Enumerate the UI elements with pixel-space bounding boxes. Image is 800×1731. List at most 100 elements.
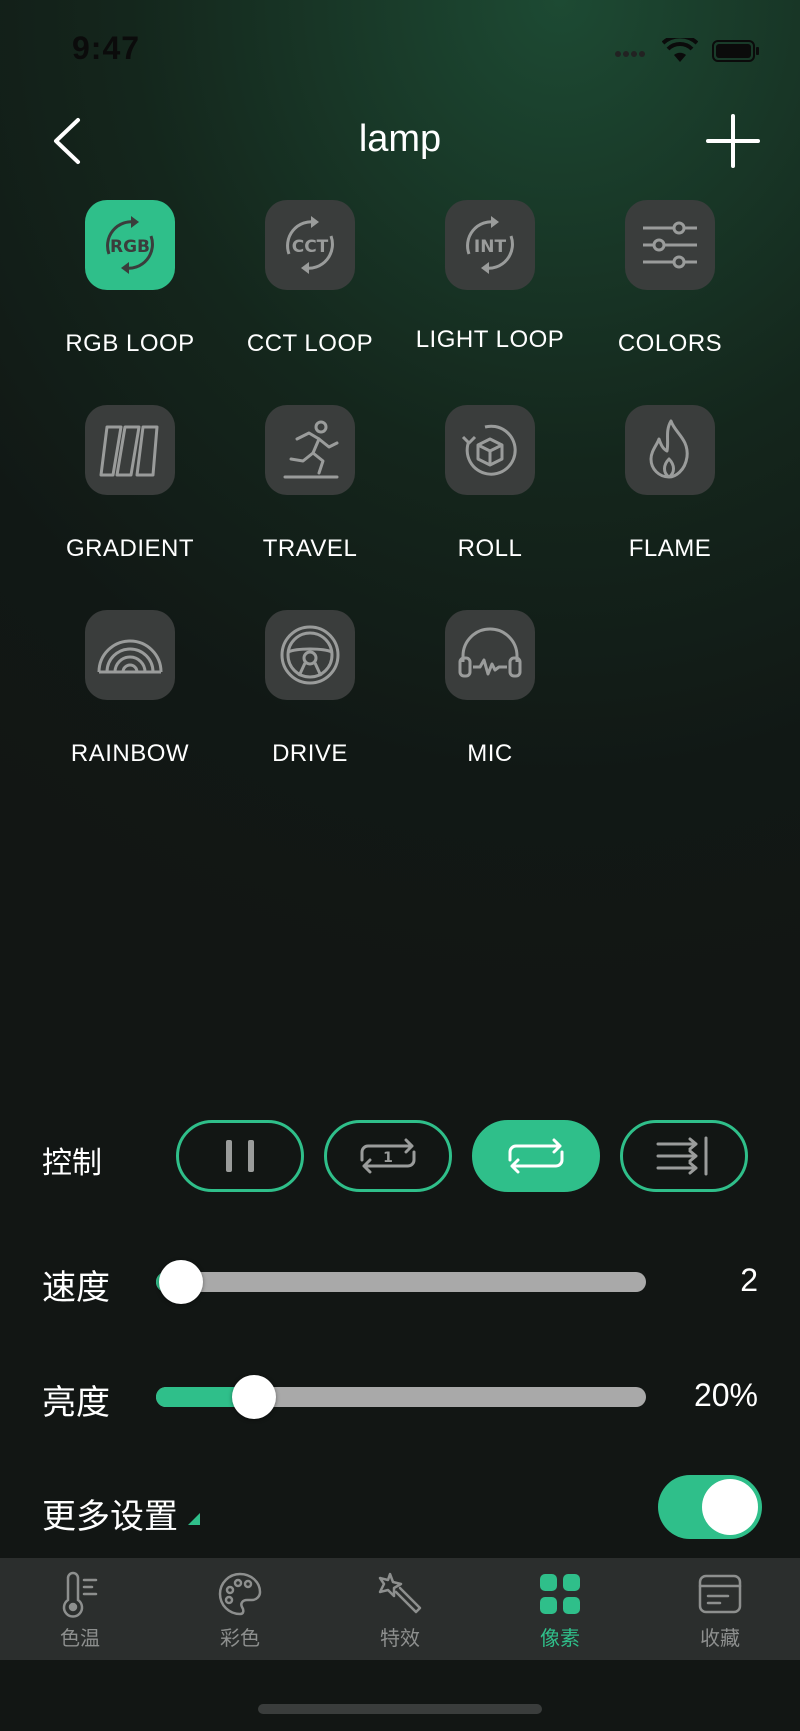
tab-effects[interactable]: 特效 bbox=[320, 1558, 480, 1660]
effect-tile bbox=[85, 610, 175, 700]
effect-travel[interactable]: TRAVEL bbox=[220, 405, 400, 610]
brightness-slider-thumb[interactable] bbox=[232, 1375, 276, 1419]
tab-pixels[interactable]: 像素 bbox=[480, 1558, 640, 1660]
effect-label: FLAME bbox=[628, 535, 712, 562]
svg-text:RGB: RGB bbox=[110, 237, 150, 257]
signal-icon bbox=[615, 51, 645, 57]
tab-color[interactable]: 彩色 bbox=[160, 1558, 320, 1660]
effect-rainbow[interactable]: RAINBOW bbox=[40, 610, 220, 815]
toggle-knob bbox=[702, 1479, 758, 1535]
effect-tile bbox=[445, 405, 535, 495]
tab-label: 彩色 bbox=[220, 1628, 260, 1650]
home-indicator bbox=[258, 1704, 542, 1714]
effect-mic[interactable]: MIC bbox=[400, 610, 580, 815]
status-bar: 9:47 bbox=[0, 0, 800, 100]
page-title: lamp bbox=[358, 118, 442, 160]
status-icons bbox=[614, 38, 760, 64]
effect-label: ROLL bbox=[457, 535, 523, 562]
effect-tile: RGB bbox=[85, 200, 175, 290]
effect-label: RGB LOOP bbox=[65, 330, 195, 357]
int-loop-icon: INT bbox=[466, 216, 514, 274]
repeat-one-button[interactable]: 1 bbox=[324, 1120, 452, 1192]
effect-cct-loop[interactable]: CCT CCT LOOP bbox=[220, 200, 400, 405]
control-label: 控制 bbox=[42, 1147, 102, 1180]
thermometer-icon bbox=[62, 1571, 98, 1618]
effect-light-loop[interactable]: INT LIGHT LOOP bbox=[400, 200, 580, 405]
effect-drive[interactable]: DRIVE bbox=[220, 610, 400, 815]
pause-icon bbox=[226, 1140, 254, 1172]
battery-icon bbox=[712, 40, 759, 62]
expand-triangle-icon bbox=[188, 1513, 200, 1525]
effect-label: GRADIENT bbox=[65, 535, 194, 562]
more-settings-label[interactable]: 更多设置 bbox=[42, 1489, 178, 1538]
flame-icon bbox=[649, 419, 689, 479]
brightness-row: 亮度 20% bbox=[0, 1365, 800, 1425]
effect-roll[interactable]: ROLL bbox=[400, 405, 580, 610]
effect-rgb-loop[interactable]: RGB RGB LOOP bbox=[40, 200, 220, 405]
speed-slider-thumb[interactable] bbox=[158, 1260, 203, 1304]
effect-label: RAINBOW bbox=[70, 740, 190, 767]
effect-label: TRAVEL bbox=[262, 535, 358, 562]
effect-label: CCT LOOP bbox=[246, 330, 374, 357]
svg-text:INT: INT bbox=[474, 237, 507, 257]
effects-grid: RGB RGB LOOP CCT CCT LOOP INT LIGHT LOOP bbox=[40, 200, 760, 815]
effect-tile bbox=[625, 405, 715, 495]
plus-icon bbox=[706, 114, 760, 168]
effect-tile bbox=[265, 405, 355, 495]
wifi-icon bbox=[662, 38, 698, 62]
speed-value: 2 bbox=[740, 1262, 758, 1298]
effect-colors[interactable]: COLORS bbox=[580, 200, 760, 405]
magic-wand-icon bbox=[378, 1572, 422, 1614]
nav-bar: lamp bbox=[0, 100, 800, 180]
add-button[interactable] bbox=[706, 114, 760, 168]
speed-slider-track[interactable] bbox=[156, 1260, 646, 1304]
speed-label: 速度 bbox=[42, 1269, 110, 1307]
rainbow-icon bbox=[97, 639, 163, 674]
repeat-icon bbox=[508, 1138, 564, 1174]
effect-tile: INT bbox=[445, 200, 535, 290]
effect-label: MIC bbox=[467, 740, 513, 767]
sequence-icon bbox=[656, 1136, 708, 1176]
speed-row: 速度 2 bbox=[0, 1250, 800, 1310]
effect-label: DRIVE bbox=[272, 740, 348, 767]
svg-text:1: 1 bbox=[383, 1150, 393, 1166]
effect-tile bbox=[265, 610, 355, 700]
effect-tile bbox=[445, 610, 535, 700]
repeat-one-icon: 1 bbox=[360, 1138, 416, 1174]
effect-tile bbox=[625, 200, 715, 290]
tab-bar: 色温 彩色 特效 像素 收藏 bbox=[0, 1558, 800, 1660]
gradient-icon bbox=[99, 425, 159, 477]
status-time: 9:47 bbox=[72, 30, 141, 66]
steering-wheel-icon bbox=[280, 625, 340, 685]
brightness-slider-track[interactable] bbox=[156, 1375, 646, 1419]
svg-text:CCT: CCT bbox=[292, 237, 329, 257]
repeat-button[interactable] bbox=[472, 1120, 600, 1192]
headphones-icon bbox=[458, 627, 522, 678]
palette-icon bbox=[218, 1572, 262, 1616]
control-row: 控制 1 bbox=[0, 1118, 800, 1194]
sliders-icon bbox=[643, 221, 697, 269]
tab-favorites[interactable]: 收藏 bbox=[640, 1558, 800, 1660]
effect-gradient[interactable]: GRADIENT bbox=[40, 405, 220, 610]
running-person-icon bbox=[283, 420, 339, 479]
effect-flame[interactable]: FLAME bbox=[580, 405, 760, 610]
pixel-grid-icon bbox=[540, 1574, 580, 1614]
pause-button[interactable] bbox=[176, 1120, 304, 1192]
brightness-value: 20% bbox=[693, 1377, 758, 1413]
tab-label: 特效 bbox=[380, 1628, 420, 1650]
favorites-card-icon bbox=[698, 1574, 742, 1614]
roll-icon bbox=[461, 424, 517, 476]
home-area bbox=[0, 1660, 800, 1731]
more-settings-toggle[interactable] bbox=[658, 1475, 762, 1539]
rgb-loop-icon: RGB bbox=[106, 216, 154, 274]
brightness-label: 亮度 bbox=[42, 1384, 110, 1422]
tab-label: 收藏 bbox=[700, 1628, 740, 1650]
effect-label: COLORS bbox=[617, 330, 723, 357]
effect-tile bbox=[85, 405, 175, 495]
sequence-button[interactable] bbox=[620, 1120, 748, 1192]
tab-color-temperature[interactable]: 色温 bbox=[0, 1558, 160, 1660]
cct-loop-icon: CCT bbox=[286, 216, 334, 274]
effect-label: LIGHT LOOP bbox=[415, 326, 565, 353]
more-settings-row: 更多设置 bbox=[0, 1475, 800, 1545]
tab-label: 像素 bbox=[540, 1628, 580, 1650]
